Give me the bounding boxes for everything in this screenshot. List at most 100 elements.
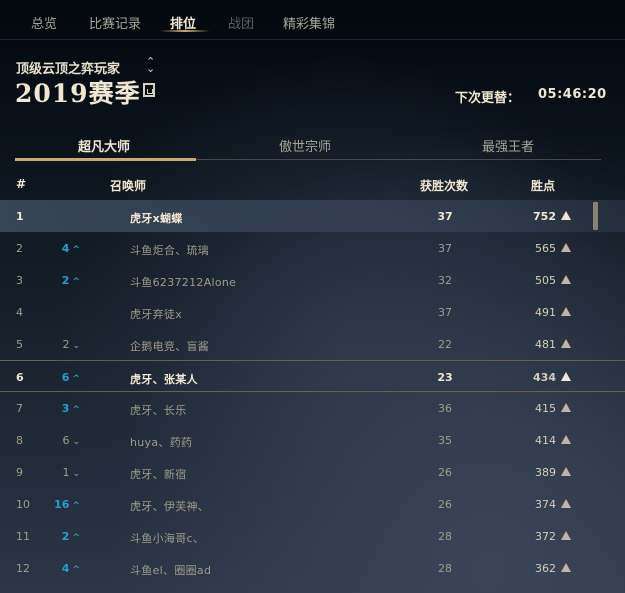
rank-change: 1 ⌄ <box>36 466 80 479</box>
triangle-up-icon <box>561 563 571 572</box>
rank-change: 6 ⌄ <box>36 434 80 447</box>
league-points: 415 <box>535 402 556 415</box>
tab-highlights[interactable]: 精彩集锦 <box>283 13 335 32</box>
tier-tab-grandmaster[interactable]: 傲世宗师 <box>279 136 331 155</box>
rank-change-value: 4 <box>61 242 70 255</box>
chevron-updown-icon[interactable]: ⌃ ⌄ <box>146 56 155 74</box>
table-row[interactable]: 8 6 ⌄ huya、药药 35 414 <box>0 424 625 456</box>
rank-change-value: 1 <box>62 466 70 479</box>
rank-number: 8 <box>16 434 23 447</box>
chevron-down-icon: ⌄ <box>72 341 80 351</box>
rank-number: 5 <box>16 338 23 351</box>
chevron-up-icon: ^ <box>72 245 80 255</box>
chevron-down-icon: ⌄ <box>72 437 80 447</box>
tab-match-history[interactable]: 比赛记录 <box>89 13 141 32</box>
triangle-up-icon <box>561 372 571 381</box>
summoner-name[interactable]: 斗鱼el、圈圈ad <box>130 562 211 578</box>
summoner-name[interactable]: 虎牙、张某人 <box>130 371 198 387</box>
league-points: 362 <box>535 562 556 575</box>
rank-number: 1 <box>16 210 24 223</box>
top-nav: 总览 比赛记录 排位 战团 精彩集锦 <box>0 0 625 40</box>
chevron-up-icon: ^ <box>72 565 80 575</box>
rank-change: 4 ^ <box>36 562 80 575</box>
rank-number: 10 <box>16 498 30 511</box>
rank-change-value: 6 <box>62 434 70 447</box>
wins-count: 22 <box>438 338 452 351</box>
league-points: 752 <box>533 210 556 223</box>
summoner-name[interactable]: 虎牙、长乐 <box>130 402 187 418</box>
chevron-up-icon: ^ <box>72 533 80 543</box>
next-update-countdown: 05:46:20 <box>538 87 607 102</box>
table-row[interactable]: 1 虎牙x蝴蝶 37 752 <box>0 200 625 232</box>
rank-number: 6 <box>16 371 24 384</box>
tab-clubs[interactable]: 战团 <box>228 13 254 32</box>
league-points: 372 <box>535 530 556 543</box>
table-row[interactable]: 7 3 ^ 虎牙、长乐 36 415 <box>0 392 625 424</box>
table-row[interactable]: 10 16 ^ 虎牙、伊芙神、 26 374 <box>0 488 625 520</box>
wins-count: 26 <box>438 498 452 511</box>
wins-count: 28 <box>438 562 452 575</box>
league-points: 505 <box>535 274 556 287</box>
table-row[interactable]: 6 6 ^ 虎牙、张某人 23 434 <box>0 360 625 392</box>
table-row[interactable]: 4 虎牙弃徒x 37 491 <box>0 296 625 328</box>
nav-divider <box>0 39 625 40</box>
wins-count: 36 <box>438 402 452 415</box>
wins-count: 37 <box>438 306 452 319</box>
table-row[interactable]: 12 4 ^ 斗鱼el、圈圈ad 28 362 <box>0 552 625 584</box>
tier-tab-master[interactable]: 超凡大师 <box>78 136 130 155</box>
rank-change: 4 ^ <box>36 242 80 255</box>
chevron-down-icon: ⌄ <box>72 469 80 479</box>
table-row[interactable]: 2 4 ^ 斗鱼炬合、琉璃 37 565 <box>0 232 625 264</box>
league-points: 414 <box>535 434 556 447</box>
chevron-up-icon: ^ <box>72 405 80 415</box>
table-row[interactable]: 3 2 ^ 斗鱼6237212Alone 32 505 <box>0 264 625 296</box>
summoner-name[interactable]: 虎牙、新宿 <box>130 466 187 482</box>
triangle-up-icon <box>561 339 571 348</box>
tab-overview[interactable]: 总览 <box>31 13 57 32</box>
column-header-rank: # <box>16 177 27 191</box>
rank-number: 2 <box>16 242 23 255</box>
league-points: 434 <box>533 371 556 384</box>
wins-count: 26 <box>438 466 452 479</box>
rank-number: 9 <box>16 466 23 479</box>
active-tab-indicator <box>160 30 210 32</box>
triangle-up-icon <box>561 243 571 252</box>
wins-count: 23 <box>437 371 453 384</box>
column-header-wins: 获胜次数 <box>420 179 469 193</box>
triangle-up-icon <box>561 403 571 412</box>
scrollbar-thumb[interactable] <box>593 202 598 230</box>
rank-change-value: 6 <box>61 371 70 384</box>
chevron-up-icon: ^ <box>72 277 80 287</box>
triangle-up-icon <box>561 211 571 220</box>
summoner-name[interactable]: 斗鱼6237212Alone <box>130 274 236 290</box>
rank-change-value: 2 <box>62 338 70 351</box>
league-points: 389 <box>535 466 556 479</box>
rank-change: 2 ^ <box>36 530 80 543</box>
table-row[interactable]: 11 2 ^ 斗鱼小海哥c、 28 372 <box>0 520 625 552</box>
rank-change: 16 ^ <box>36 498 80 511</box>
wins-count: 37 <box>437 210 453 223</box>
summoner-name[interactable]: 虎牙弃徒x <box>130 306 182 322</box>
season-info-icon[interactable] <box>143 83 155 97</box>
rank-change-value: 2 <box>61 274 70 287</box>
tier-tab-challenger[interactable]: 最强王者 <box>482 136 534 155</box>
triangle-up-icon <box>561 467 571 476</box>
summoner-name[interactable]: 虎牙、伊芙神、 <box>130 498 209 514</box>
column-header-summoner: 召唤师 <box>110 179 147 193</box>
chevron-up-icon: ^ <box>72 501 80 511</box>
summoner-name[interactable]: huya、药药 <box>130 434 192 450</box>
wins-count: 32 <box>438 274 452 287</box>
triangle-up-icon <box>561 307 571 316</box>
wins-count: 37 <box>438 242 452 255</box>
rank-change-value: 3 <box>61 402 70 415</box>
summoner-name[interactable]: 虎牙x蝴蝶 <box>130 210 183 226</box>
table-row[interactable]: 5 2 ⌄ 企鹅电竞、盲酱 22 481 <box>0 328 625 360</box>
table-row[interactable]: 9 1 ⌄ 虎牙、新宿 26 389 <box>0 456 625 488</box>
summoner-name[interactable]: 斗鱼炬合、琉璃 <box>130 242 209 258</box>
next-update-label: 下次更替： <box>455 91 521 106</box>
summoner-name[interactable]: 斗鱼小海哥c、 <box>130 530 204 546</box>
rank-number: 11 <box>16 530 30 543</box>
summoner-name[interactable]: 企鹅电竞、盲酱 <box>130 338 209 354</box>
triangle-up-icon <box>561 275 571 284</box>
triangle-up-icon <box>561 531 571 540</box>
